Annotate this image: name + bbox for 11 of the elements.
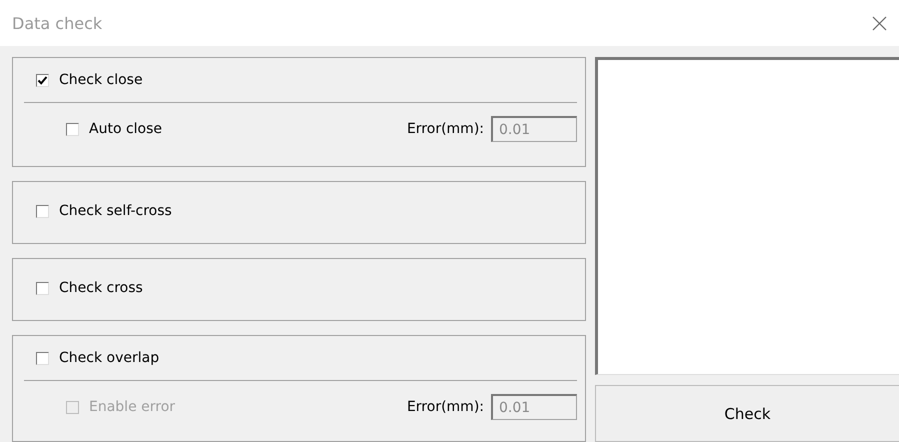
checkmark-icon — [37, 74, 48, 86]
error-label: Error(mm): — [406, 399, 484, 415]
check-button[interactable]: Check — [595, 385, 899, 442]
checkbox[interactable]: Check cross — [36, 280, 143, 296]
checkbox[interactable]: Auto close — [66, 121, 162, 137]
window-title: Data check — [12, 14, 102, 32]
checkbox[interactable]: Check close — [36, 72, 143, 88]
error-label: Error(mm): — [406, 121, 484, 137]
checkbox[interactable]: Check overlap — [36, 350, 160, 366]
close-icon[interactable] — [872, 16, 887, 30]
checkbox[interactable]: Check self-cross — [36, 203, 172, 219]
